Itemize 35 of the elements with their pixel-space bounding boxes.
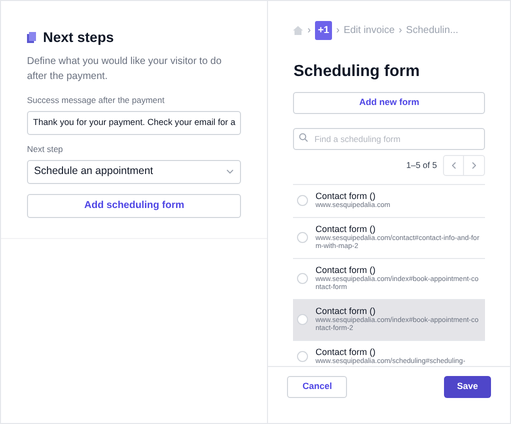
chevron-right-icon xyxy=(472,162,476,169)
form-name: Contact form () xyxy=(315,224,376,234)
breadcrumb-separator: › xyxy=(307,24,311,38)
page-title: Scheduling form xyxy=(293,62,421,82)
radio-button[interactable] xyxy=(297,273,308,284)
chevron-left-icon xyxy=(452,162,456,169)
add-scheduling-form-button[interactable]: Add scheduling form xyxy=(27,194,242,218)
save-button[interactable]: Save xyxy=(444,376,491,398)
field-label: Success message after the payment xyxy=(27,94,166,107)
form-name: Contact form () xyxy=(315,346,376,358)
form-name: Contact form () xyxy=(315,191,376,202)
add-new-form-button[interactable]: Add new form xyxy=(293,92,485,114)
field-label: Next step xyxy=(27,142,64,156)
cancel-button[interactable]: Cancel xyxy=(287,376,347,398)
breadcrumb-badge[interactable]: +1 xyxy=(314,21,332,40)
search-field[interactable]: Find a scheduling form xyxy=(293,128,485,150)
previous-page-button[interactable] xyxy=(443,155,464,176)
home-icon[interactable] xyxy=(293,26,304,35)
next-page-button[interactable] xyxy=(464,155,485,176)
radio-button[interactable] xyxy=(297,232,308,243)
breadcrumb-separator: › xyxy=(336,24,340,38)
radio-button[interactable] xyxy=(297,314,308,325)
next-step-select[interactable]: Schedule an appointment xyxy=(27,160,242,184)
form-name: Contact form () xyxy=(315,264,376,276)
section-description: Define what you would like your visitor to do after the payment. xyxy=(27,55,223,84)
radio-button[interactable] xyxy=(297,195,308,206)
search-icon xyxy=(299,132,308,142)
chevron-down-icon xyxy=(226,169,234,174)
breadcrumb-separator: › xyxy=(398,24,402,38)
radio-button[interactable] xyxy=(297,350,308,362)
pagination-range: 1–5 of 5 xyxy=(406,159,437,172)
document-icon xyxy=(27,32,36,43)
form-name: Contact form () xyxy=(315,306,376,316)
section-title: Next steps xyxy=(43,28,114,47)
success-message-field[interactable]: Thank you for your payment. Check your email for a xyxy=(27,110,242,135)
